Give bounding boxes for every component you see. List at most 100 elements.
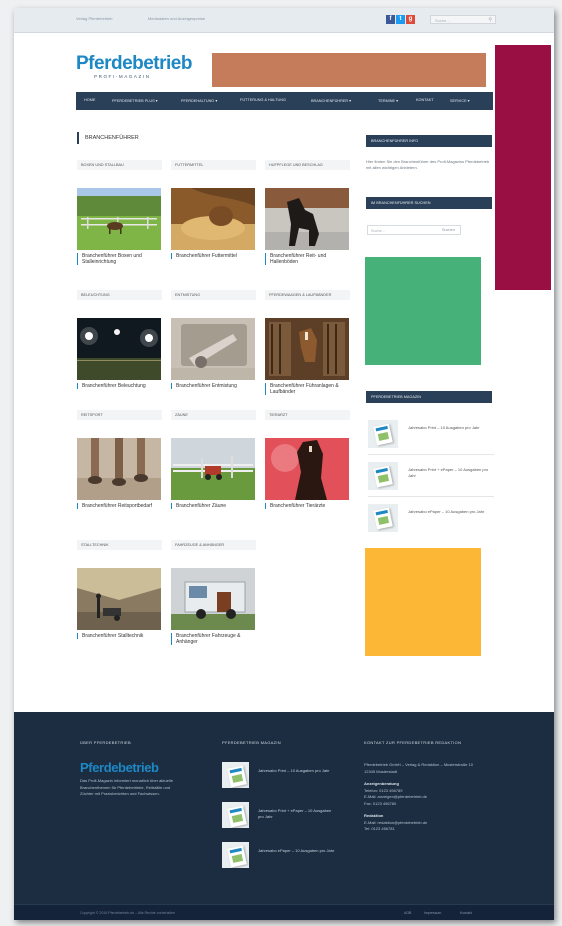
category-tab[interactable]: Stalltechnik xyxy=(77,540,162,550)
category-image-paddock[interactable] xyxy=(77,188,161,250)
category-caption[interactable]: Branchenführer Tierärzte xyxy=(265,503,345,509)
sidebar-magazine-item[interactable]: Jahresabo Print + ePaper – 10 Ausgaben p… xyxy=(368,462,494,490)
sidebar-ad-yellow[interactable] xyxy=(365,548,481,656)
category-tab[interactable]: Beleuchtung xyxy=(77,290,162,300)
magazine-cover-thumb[interactable] xyxy=(368,504,398,532)
footer-magazine-item[interactable]: Jahresabo ePaper – 10 Ausgaben pro Jahr xyxy=(222,842,342,870)
category-tab[interactable]: Reitsport xyxy=(77,410,162,420)
nav-item-pferdehaltung[interactable]: Pferdehaltung ▾ xyxy=(181,98,217,103)
category-card[interactable]: Pferdewaagen & Laufbänder Branchenführer… xyxy=(265,290,350,395)
sidebar-search-button[interactable]: Suchen xyxy=(442,226,460,234)
category-image-night-lights[interactable] xyxy=(77,318,161,380)
magazine-item-title[interactable]: Jahresabo Print + ePaper – 10 Ausgaben p… xyxy=(408,467,492,479)
category-card[interactable]: Zäune Branchenführer Zäune xyxy=(171,410,256,509)
category-tab[interactable]: Fahrzeuge & Anhänger xyxy=(171,540,256,550)
footer-magazine-title[interactable]: Jahresabo ePaper – 10 Ausgaben pro Jahr xyxy=(258,848,336,854)
category-tab[interactable]: Boxen und Stallbau xyxy=(77,160,162,170)
category-card[interactable]: Boxen und Stallbau Branchenführer Boxen … xyxy=(77,160,162,265)
category-image-stable-aisle[interactable] xyxy=(77,568,161,630)
magazine-item-title[interactable]: Jahresabo Print – 10 Ausgaben pro Jahr xyxy=(408,425,492,431)
category-caption[interactable]: Branchenführer Entmistung xyxy=(171,383,251,389)
nav-item-home[interactable]: Home xyxy=(84,98,95,102)
sidebar-info-text: Hier finden Sie den Branchenführer des P… xyxy=(366,159,490,170)
magazine-cover-thumb[interactable] xyxy=(222,802,249,828)
nav-item-branchenfuehrer[interactable]: Branchenführer ▾ xyxy=(311,98,351,103)
category-caption[interactable]: Branchenführer Stalltechnik xyxy=(77,633,157,639)
category-card[interactable]: Beleuchtung Branchenführer Beleuchtung xyxy=(77,290,162,389)
topbar-link-verlag[interactable]: Verlag Pferdebetrieb xyxy=(76,16,112,21)
footer-heading-magazine: Pferdebetrieb Magazin xyxy=(222,740,281,745)
top-search-input[interactable]: Suche... ⚲ xyxy=(430,15,496,24)
category-image-trailer[interactable] xyxy=(171,568,255,630)
footer-about-text: Das Profi-Magazin informiert monatlich ü… xyxy=(80,778,173,796)
divider xyxy=(368,496,494,497)
category-tab[interactable]: Pferdewaagen & Laufbänder xyxy=(265,290,350,300)
category-caption[interactable]: Branchenführer Fahrzeuge & Anhänger xyxy=(171,633,251,645)
category-tab[interactable]: Zäune xyxy=(171,410,256,420)
nav-item-termine[interactable]: Termine ▾ xyxy=(378,98,398,103)
sidebar-magazine-item[interactable]: Jahresabo Print – 10 Ausgaben pro Jahr xyxy=(368,420,494,448)
top-search-placeholder: Suche... xyxy=(435,18,450,23)
logo-subtitle: PROFI-MAGAZIN xyxy=(94,74,151,79)
twitter-icon[interactable]: t xyxy=(396,15,405,24)
skyscraper-ad-banner[interactable] xyxy=(495,45,551,290)
search-icon[interactable]: ⚲ xyxy=(488,16,492,25)
magazine-cover-thumb[interactable] xyxy=(222,842,249,868)
footer-link-impressum[interactable]: Impressum xyxy=(424,911,441,915)
category-tab[interactable]: Hufpflege und Beschlag xyxy=(265,160,350,170)
footer-link-kontakt[interactable]: Kontakt xyxy=(460,911,472,915)
sidebar-magazine-item[interactable]: Jahresabo ePaper – 10 Ausgaben pro Jahr xyxy=(368,504,494,532)
category-tab[interactable]: Futtermittel xyxy=(171,160,256,170)
sidebar-heading-info: Branchenführer Info xyxy=(366,135,492,147)
magazine-item-title[interactable]: Jahresabo ePaper – 10 Ausgaben pro Jahr xyxy=(408,509,492,515)
category-tab[interactable]: Tierarzt xyxy=(265,410,350,420)
magazine-cover-thumb[interactable] xyxy=(368,420,398,448)
category-tab[interactable]: Entmistung xyxy=(171,290,256,300)
magazine-cover-thumb[interactable] xyxy=(222,762,249,788)
category-image-horse-red[interactable] xyxy=(265,438,349,500)
category-card[interactable]: Fahrzeuge & Anhänger Branchenführer Fahr… xyxy=(171,540,256,645)
topbar-link-mediadaten[interactable]: Mediadaten und Anzeigenpreise xyxy=(148,16,205,21)
category-caption[interactable]: Branchenführer Futtermittel xyxy=(171,253,251,259)
category-caption[interactable]: Branchenführer Beleuchtung xyxy=(77,383,157,389)
category-card[interactable]: Hufpflege und Beschlag Branchenführer Re… xyxy=(265,160,350,265)
category-caption[interactable]: Branchenführer Boxen und Stalleinrichtun… xyxy=(77,253,157,265)
facebook-icon[interactable]: f xyxy=(386,15,395,24)
category-caption[interactable]: Branchenführer Führanlagen & Laufbänder xyxy=(265,383,345,395)
footer-magazine-title[interactable]: Jahresabo Print + ePaper – 10 Ausgaben p… xyxy=(258,808,336,820)
category-image-stable-horse[interactable] xyxy=(265,318,349,380)
category-card[interactable]: Tierarzt Branchenführer Tierärzte xyxy=(265,410,350,509)
magazine-cover-thumb[interactable] xyxy=(368,462,398,490)
category-image-manure[interactable] xyxy=(171,318,255,380)
googleplus-icon[interactable]: g xyxy=(406,15,415,24)
footer-magazine-title[interactable]: Jahresabo Print – 10 Ausgaben pro Jahr xyxy=(258,768,336,774)
category-image-fence[interactable] xyxy=(171,438,255,500)
category-card[interactable]: Entmistung Branchenführer Entmistung xyxy=(171,290,256,389)
category-caption[interactable]: Branchenführer Reit- und Hallenböden xyxy=(265,253,345,265)
footer-contact-block: Pferdebetrieb GmbH – Verlag & Redaktion … xyxy=(364,762,496,833)
footer-magazine-item[interactable]: Jahresabo Print – 10 Ausgaben pro Jahr xyxy=(222,762,342,790)
category-image-feed[interactable] xyxy=(171,188,255,250)
nav-item-service[interactable]: Service ▾ xyxy=(450,98,470,103)
category-card[interactable]: Reitsport Branchenführer Reitsportbedarf xyxy=(77,410,162,509)
category-caption[interactable]: Branchenführer Reitsportbedarf xyxy=(77,503,157,509)
sidebar-heading-search: Im Branchenführer suchen xyxy=(366,197,492,209)
sidebar-heading-magazine: Pferdebetrieb Magazin xyxy=(366,391,492,403)
header-ad-banner[interactable] xyxy=(212,53,486,87)
footer-logo[interactable]: Pferdebetrieb xyxy=(80,760,159,775)
category-image-black-horse[interactable] xyxy=(265,188,349,250)
nav-item-plus[interactable]: Pferdebetrieb Plus ▾ xyxy=(112,98,158,103)
footer-magazine-item[interactable]: Jahresabo Print + ePaper – 10 Ausgaben p… xyxy=(222,802,342,830)
category-card[interactable]: Futtermittel Branchenführer Futtermittel xyxy=(171,160,256,259)
site-logo[interactable]: Pferdebetrieb PROFI-MAGAZIN xyxy=(76,54,201,82)
nav-item-fuetterung[interactable]: Fütterung & Haltung xyxy=(240,98,286,102)
nav-item-kontakt[interactable]: Kontakt xyxy=(416,98,434,102)
category-caption[interactable]: Branchenführer Zäune xyxy=(171,503,251,509)
footer: Über Pferdebetrieb Pferdebetrieb Das Pro… xyxy=(14,712,554,920)
footer-copyright: Copyright © 2016 Pferdebetrieb.de – Alle… xyxy=(80,911,176,915)
category-card[interactable]: Stalltechnik Branchenführer Stalltechnik xyxy=(77,540,162,639)
footer-link-agb[interactable]: AGB xyxy=(404,911,411,915)
social-icons: f t g xyxy=(386,15,415,24)
sidebar-ad-green[interactable] xyxy=(365,257,481,365)
category-image-hooves[interactable] xyxy=(77,438,161,500)
